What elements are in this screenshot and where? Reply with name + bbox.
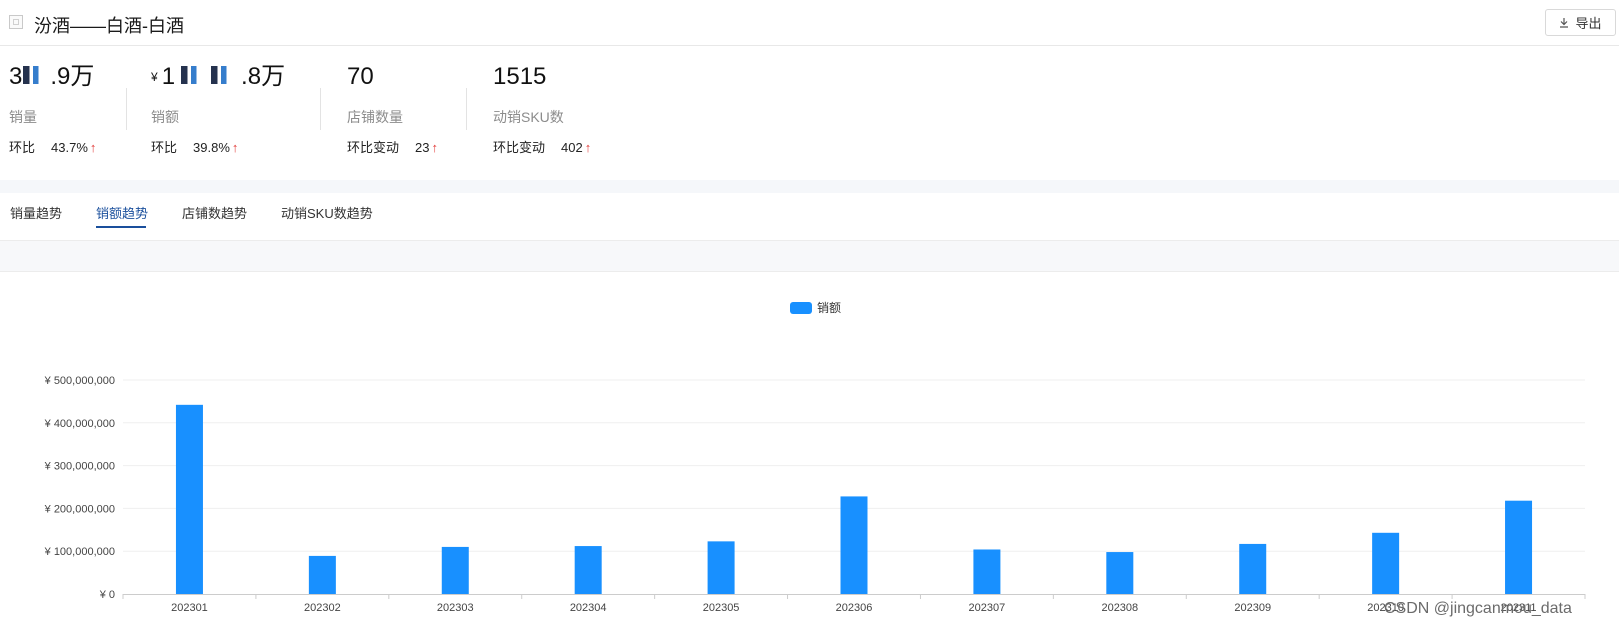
- metric-divider: [320, 88, 321, 130]
- bar-202307: [973, 549, 1001, 594]
- bar-202306: [840, 496, 868, 594]
- bar-202301: [175, 404, 203, 594]
- bar-202311: [1505, 500, 1533, 594]
- metric-sales-volume: 3.9万 销量 环比 43.7% ↑: [9, 62, 96, 155]
- export-label: 导出: [1575, 16, 1602, 31]
- bar-202302: [308, 555, 336, 594]
- download-icon: [1560, 18, 1569, 28]
- metric-value: 70: [347, 63, 374, 90]
- metric-sales-amount: ¥1.8万 销额 环比 39.8% ↑: [151, 62, 286, 155]
- x-tick-label: 202307: [969, 602, 1006, 614]
- tab-sales-volume-trend[interactable]: 销量趋势: [10, 203, 62, 222]
- trend-tabs: 销量趋势 销额趋势 店铺数趋势 动销SKU数趋势: [0, 193, 1619, 241]
- metric-comparison: 环比变动 402 ↑: [493, 140, 592, 155]
- metric-value: 3.9万: [9, 63, 95, 90]
- y-tick-label: ¥ 200,000,000: [44, 503, 115, 515]
- product-image-icon: [9, 15, 23, 29]
- y-tick-label: ¥ 100,000,000: [44, 546, 115, 558]
- bar-chart: ¥ 0 ¥ 100,000,000 ¥ 200,000,000 ¥ 300,000,0…: [44, 375, 1586, 614]
- bar-202305: [707, 541, 735, 594]
- redaction-mask: [181, 66, 203, 84]
- y-tick-label: ¥ 400,000,000: [44, 418, 115, 430]
- page-title: 汾酒——白酒-白酒: [34, 16, 184, 36]
- x-tick-label: 202301: [171, 602, 208, 614]
- bar-202310: [1372, 532, 1400, 594]
- arrow-up-icon: ↑: [89, 140, 97, 155]
- x-tick-label: 202303: [437, 602, 474, 614]
- redaction-mask: [211, 66, 233, 84]
- arrow-up-icon: ↑: [584, 140, 592, 155]
- metric-store-count: 70 店铺数量 环比变动 23 ↑: [347, 62, 438, 155]
- x-tick-label: 202306: [836, 602, 873, 614]
- tab-store-count-trend[interactable]: 店铺数趋势: [182, 203, 247, 222]
- x-tick-label: 202304: [570, 602, 607, 614]
- tab-active-sku-trend[interactable]: 动销SKU数趋势: [281, 203, 373, 222]
- bar-202308: [1106, 552, 1134, 594]
- metric-label: 销量: [9, 109, 37, 125]
- y-tick-label: ¥ 500,000,000: [44, 375, 115, 387]
- metric-comparison: 环比 43.7% ↑: [9, 140, 97, 155]
- section-separator: [0, 180, 1619, 193]
- metric-label: 店铺数量: [347, 109, 403, 125]
- x-tick-label: 202302: [304, 602, 341, 614]
- metric-value: ¥1.8万: [151, 63, 286, 90]
- y-tick-label: ¥ 300,000,000: [44, 461, 115, 473]
- section-separator: [0, 241, 1619, 272]
- page-header: 汾酒——白酒-白酒 导出: [0, 0, 1619, 46]
- metric-active-sku: 1515 动销SKU数 环比变动 402 ↑: [493, 62, 591, 155]
- metric-comparison: 环比变动 23 ↑: [347, 140, 438, 155]
- tab-sales-amount-trend[interactable]: 销额趋势: [96, 203, 148, 222]
- metric-divider: [466, 88, 467, 130]
- bar-202309: [1239, 543, 1267, 594]
- x-tick-label: 202305: [703, 602, 740, 614]
- bar-202304: [574, 546, 602, 594]
- x-tick-label: 202308: [1101, 602, 1138, 614]
- export-button[interactable]: 导出: [1545, 9, 1616, 36]
- metric-comparison: 环比 39.8% ↑: [151, 140, 239, 155]
- sales-amount-chart: 销额 ¥ 0 ¥ 100,000,000 ¥ 200,000,000 ¥ 300,00…: [0, 272, 1619, 632]
- active-tab-indicator: [96, 226, 146, 228]
- y-tick-label: ¥ 0: [99, 589, 115, 601]
- x-tick-label: 202309: [1234, 602, 1271, 614]
- arrow-up-icon: ↑: [431, 140, 438, 155]
- bar-202303: [441, 546, 469, 594]
- redaction-mask: [23, 66, 45, 84]
- metric-value: 1515: [493, 63, 547, 90]
- watermark: CSDN @jingcanmou_data: [1384, 600, 1572, 617]
- metric-label: 动销SKU数: [493, 109, 564, 125]
- metric-label: 销额: [151, 109, 179, 125]
- metric-divider: [126, 88, 127, 130]
- arrow-up-icon: ↑: [231, 140, 239, 155]
